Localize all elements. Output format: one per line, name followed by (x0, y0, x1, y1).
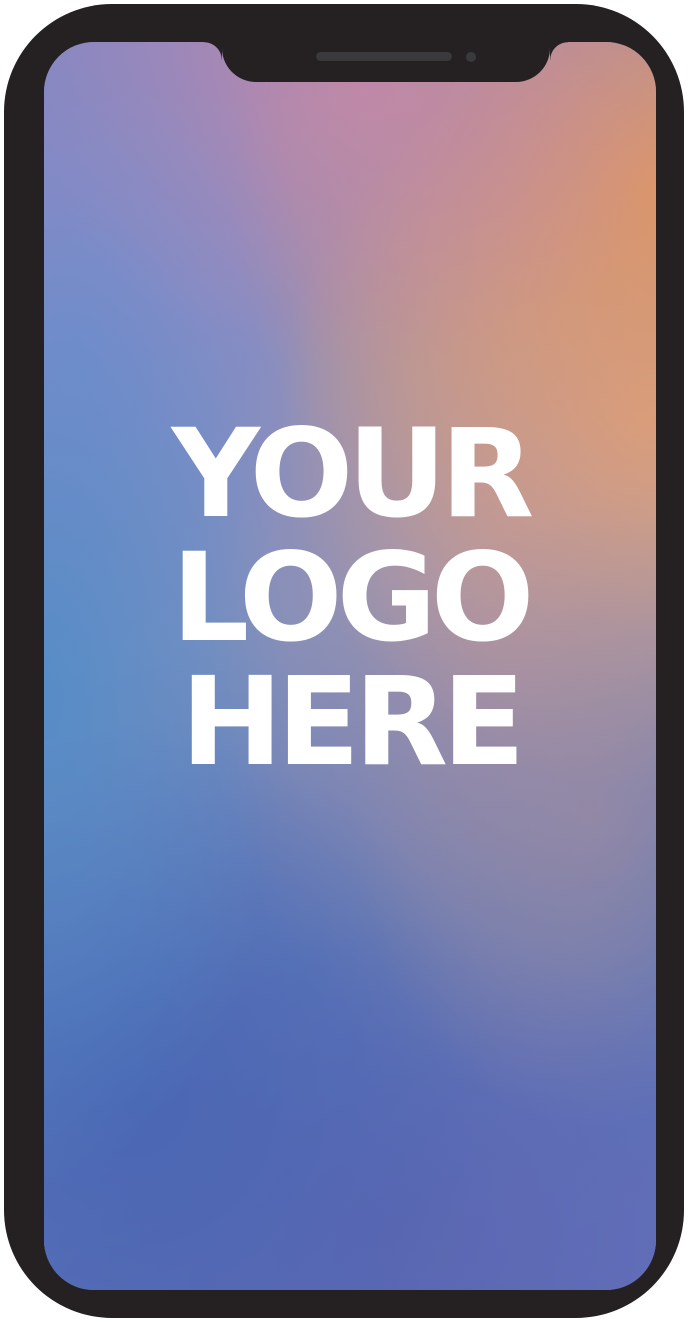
notch-fillet-left (204, 42, 222, 60)
logo-line-1: YOUR (171, 403, 535, 545)
notch-fillet-right (550, 42, 568, 60)
speaker-grille-icon (316, 52, 452, 61)
front-camera-icon (466, 52, 476, 62)
logo-placeholder: YOUR LOGO HERE (44, 412, 656, 784)
phone-frame: YOUR LOGO HERE (4, 4, 684, 1318)
logo-line-3: HERE (180, 651, 526, 793)
logo-line-2: LOGO (171, 527, 535, 669)
phone-screen: YOUR LOGO HERE (44, 42, 656, 1290)
notch (222, 42, 550, 82)
